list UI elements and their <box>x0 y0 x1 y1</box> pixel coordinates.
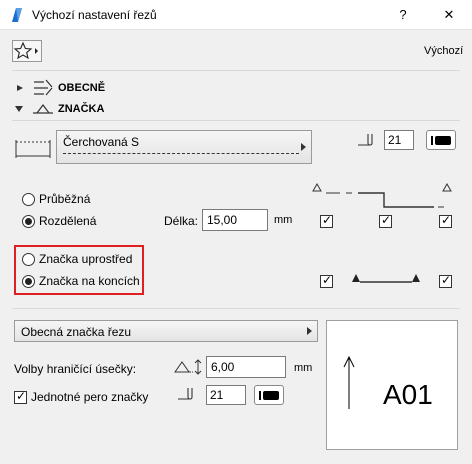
divider <box>12 120 460 121</box>
app-icon <box>10 7 24 23</box>
divider <box>12 308 460 309</box>
pen-color-fill <box>435 136 451 145</box>
expand-arrow-icon <box>17 85 23 91</box>
preview-label: A01 <box>383 379 433 410</box>
single-pen-label: Jednotné pero značky <box>31 390 149 404</box>
radio-split[interactable] <box>22 215 35 228</box>
line-type-value: Čerchovaná S <box>63 135 140 149</box>
line-type-icon <box>15 140 51 158</box>
pen-color-fill <box>263 391 279 400</box>
line-type-dropdown[interactable]: Čerchovaná S <box>56 130 312 164</box>
length-input[interactable]: 15,00 <box>202 209 268 231</box>
section-general[interactable]: OBECNĚ <box>12 78 460 98</box>
radio-marker-middle[interactable] <box>22 253 35 266</box>
check-start[interactable]: ✓ <box>320 213 333 228</box>
pen-color-tick <box>431 136 433 145</box>
length-label: Délka: <box>164 214 199 228</box>
general-settings-icon <box>34 79 53 96</box>
section-marker-label: ZNAČKA <box>58 103 105 115</box>
length-value: 15,00 <box>207 213 238 227</box>
star-icon <box>13 41 38 60</box>
marker-preview: A01 <box>326 320 458 450</box>
title-bar: Výchozí nastavení řezů ? ✕ <box>0 0 472 30</box>
check-end[interactable]: ✓ <box>439 213 452 228</box>
pen-number-value: 21 <box>388 133 402 147</box>
boundary-input[interactable]: 6,00 <box>206 356 286 378</box>
single-pen-value: 21 <box>210 388 224 402</box>
favorites-label: Výchozí <box>424 45 464 57</box>
split-line-diagram <box>312 182 452 208</box>
radio-through[interactable] <box>22 193 35 206</box>
divider <box>12 70 460 71</box>
pen-number-field[interactable]: 21 <box>384 130 414 150</box>
section-marker[interactable]: ZNAČKA <box>12 99 460 119</box>
check-marker-start[interactable]: ✓ <box>320 273 333 288</box>
pen-icon <box>178 388 193 400</box>
line-type-pattern <box>63 153 299 154</box>
boundary-value: 6,00 <box>211 360 235 374</box>
marker-type-value: Obecná značka řezu <box>21 325 132 339</box>
radio-through-label: Průběžná <box>39 192 91 206</box>
single-pen-field[interactable]: 21 <box>206 385 246 405</box>
up-arrow-icon <box>343 355 355 409</box>
close-button[interactable]: ✕ <box>438 4 460 26</box>
check-middle[interactable]: ✓ <box>379 213 392 228</box>
dropdown-arrow-icon <box>301 143 306 151</box>
radio-marker-middle-label: Značka uprostřed <box>39 252 133 266</box>
single-pen-swatch[interactable] <box>254 385 284 405</box>
length-unit: mm <box>274 214 293 226</box>
boundary-unit: mm <box>294 362 313 374</box>
window-title: Výchozí nastavení řezů <box>32 8 157 22</box>
single-pen-checkbox[interactable]: ✓ <box>14 389 27 404</box>
marker-section-icon <box>33 104 53 114</box>
check-marker-end[interactable]: ✓ <box>439 273 452 288</box>
pen-color-swatch[interactable] <box>426 130 456 150</box>
boundary-size-icon <box>174 359 202 375</box>
boundary-label: Volby hraničící úsečky: <box>14 362 137 376</box>
favorites-button[interactable] <box>12 40 42 62</box>
radio-marker-ends-label: Značka na koncích <box>39 274 140 288</box>
dropdown-arrow-icon <box>307 327 312 335</box>
pen-color-tick <box>259 391 261 400</box>
marker-type-dropdown[interactable]: Obecná značka řezu <box>14 320 318 342</box>
help-button[interactable]: ? <box>392 4 414 26</box>
radio-marker-ends[interactable] <box>22 275 35 288</box>
pen-icon <box>358 134 373 146</box>
collapse-arrow-icon <box>15 106 23 112</box>
section-general-label: OBECNĚ <box>58 82 106 94</box>
radio-split-label: Rozdělená <box>39 214 97 228</box>
marker-ends-diagram <box>352 274 420 283</box>
